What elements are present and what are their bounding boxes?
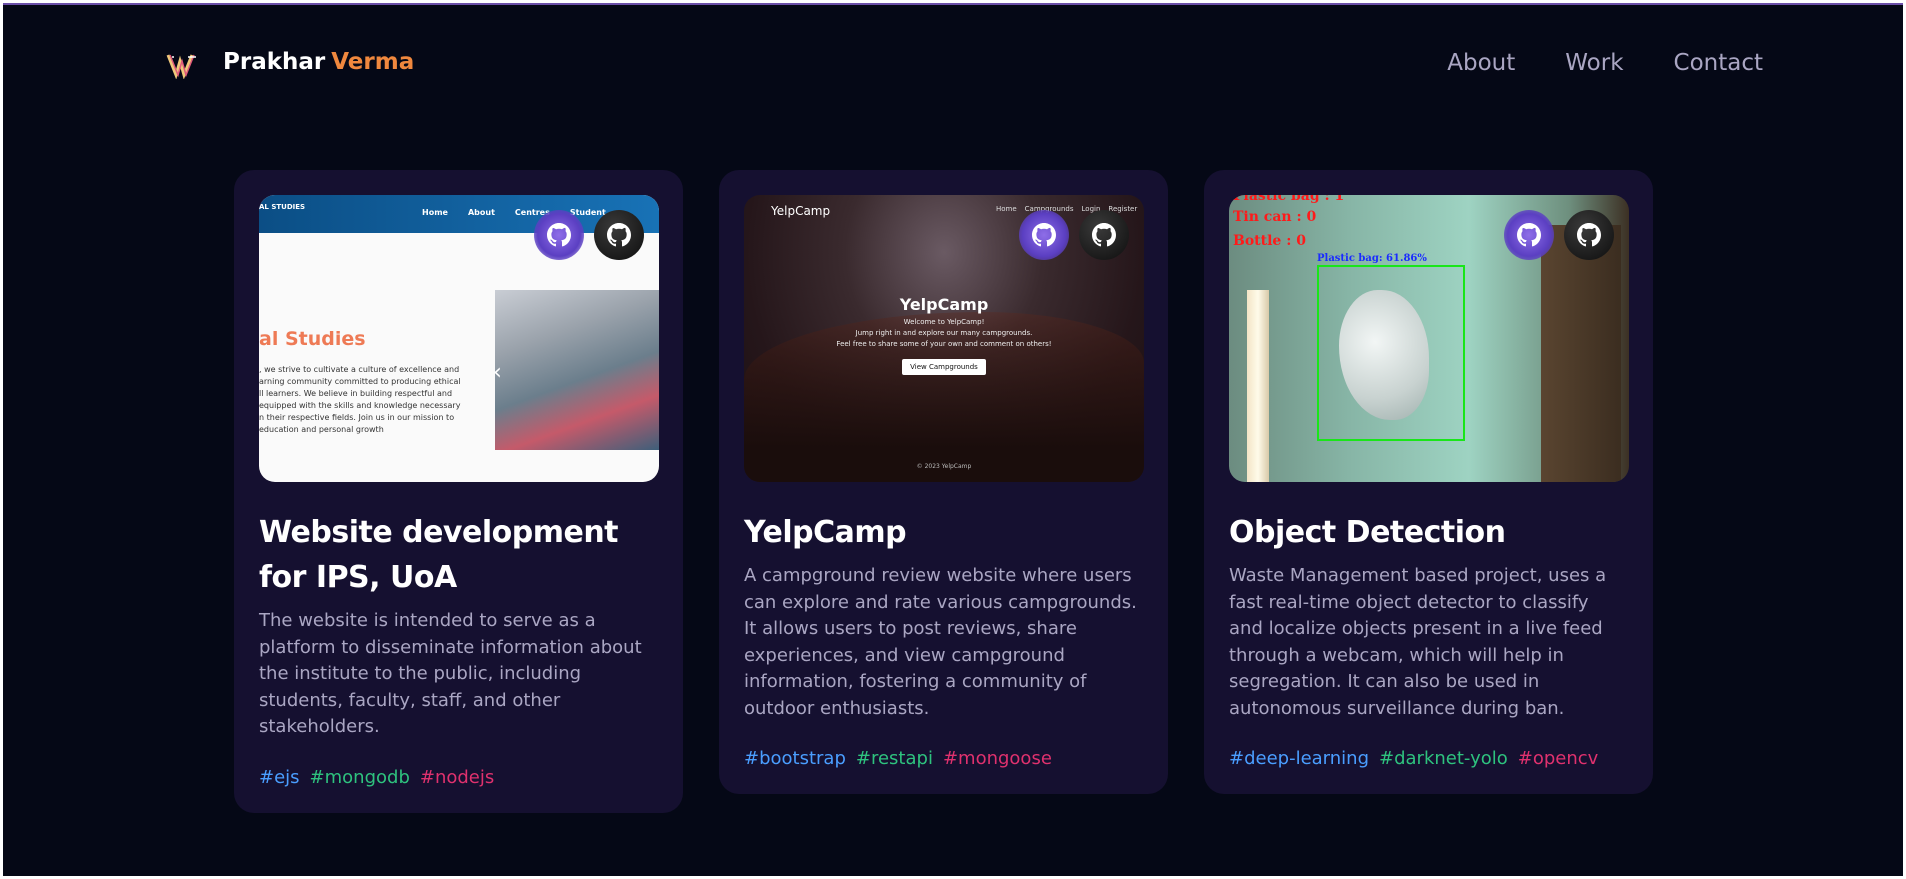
project-thumbnail: YelpCamp Home Campgrounds Login Register… [744,195,1144,482]
project-card: Plastic bag : 1 Tin can : 0 Bottle : 0 P… [1204,170,1653,794]
thumb-hero-title: YelpCamp [899,295,989,314]
github-button[interactable] [1564,210,1614,260]
project-tags: #ejs #mongodb #nodejs [259,767,658,788]
project-thumbnail: AL STUDIES Home About Centres Student al… [259,195,659,482]
project-description: The website is intended to serve as a pl… [259,610,642,737]
thumb-menu-item: About [467,208,495,217]
project-tag: #nodejs [419,766,495,788]
project-thumbnail: Plastic bag : 1 Tin can : 0 Bottle : 0 P… [1229,195,1629,482]
page-frame: Prakhar Verma About Work Contact AL STUDI… [3,3,1903,876]
project-tag: #mongodb [309,766,410,788]
thumb-detection-box [1317,265,1465,441]
thumb-count-label: Bottle : 0 [1233,233,1306,249]
github-icon [1032,223,1056,247]
project-tag: #bootstrap [744,748,846,769]
logo-icon[interactable] [166,51,200,79]
project-description: Waste Management based project, uses a f… [1229,565,1607,719]
github-icon [1092,223,1116,247]
project-tag: #mongoose [942,748,1052,769]
thumb-footer: © 2023 YelpCamp [916,463,972,470]
project-description: A campground review website where users … [744,565,1137,719]
thumb-hero: YelpCamp Welcome to YelpCamp! Jump right… [744,295,1144,375]
thumb-site-heading: al Studies [259,328,366,350]
project-tag: #ejs [259,766,300,788]
nav-links: About Work Contact [1447,50,1763,76]
navbar: Prakhar Verma About Work Contact [3,5,1903,115]
github-icon [1577,223,1601,247]
project-tag: #darknet-yolo [1379,748,1508,769]
github-button[interactable] [594,210,644,260]
thumb-menu-item: Home [422,208,448,217]
chevron-left-icon: ‹ [493,360,502,385]
project-tag: #deep-learning [1229,748,1370,769]
project-title: YelpCamp [744,515,907,550]
brand-last-name: Verma [331,49,415,75]
live-demo-button[interactable] [1019,210,1069,260]
project-card: AL STUDIES Home About Centres Student al… [234,170,683,813]
thumb-hero-button: View Campgrounds [902,359,986,375]
thumb-app-menu: Home Campgrounds Login Register [996,205,1137,213]
thumb-site-brand: AL STUDIES [259,203,306,211]
nav-link-work[interactable]: Work [1565,50,1623,76]
thumb-menu-item: Home [996,205,1017,213]
brand-name[interactable]: Prakhar Verma [223,49,414,75]
github-icon [547,223,571,247]
thumb-light [1247,290,1269,482]
thumb-count-label: Plastic bag : 1 [1233,195,1345,204]
thumb-site-menu: Home About Centres Student [422,208,606,217]
project-title: Website development for IPS, UoA [259,515,619,595]
thumb-site-photo [495,290,659,450]
project-tag: #restapi [855,748,933,769]
thumb-detection-label: Plastic bag: 61.86% [1317,253,1427,264]
project-cards: AL STUDIES Home About Centres Student al… [234,170,1653,813]
thumb-app-logo: YelpCamp [771,204,831,218]
project-tag: #opencv [1517,748,1599,769]
nav-link-contact[interactable]: Contact [1674,50,1763,76]
thumb-door [1541,225,1621,482]
thumb-hero-line: Feel free to share some of your own and … [836,340,1052,348]
thumb-site-text: , we strive to cultivate a culture of ex… [259,365,461,434]
thumb-count-label: Tin can : 0 [1233,209,1317,225]
thumb-hero-line: Jump right in and explore our many campg… [855,329,1033,337]
github-icon [607,223,631,247]
live-demo-button[interactable] [1504,210,1554,260]
thumb-hero-line: Welcome to YelpCamp! [903,318,985,326]
github-button[interactable] [1079,210,1129,260]
github-icon [1517,223,1541,247]
project-card: YelpCamp Home Campgrounds Login Register… [719,170,1168,794]
nav-link-about[interactable]: About [1447,50,1515,76]
brand-first-name: Prakhar [223,49,326,75]
project-title: Object Detection [1229,515,1506,550]
project-tags: #bootstrap #restapi #mongoose [744,748,1143,769]
live-demo-button[interactable] [534,210,584,260]
project-tags: #deep-learning #darknet-yolo #opencv [1229,748,1628,769]
